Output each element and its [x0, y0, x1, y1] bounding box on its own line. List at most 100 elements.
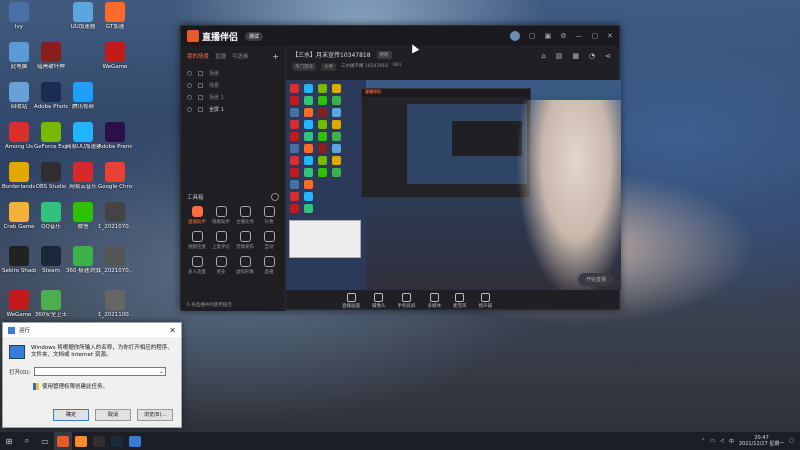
tool-item[interactable]: 主播任务 [233, 206, 257, 225]
scene-item[interactable]: 场景 [187, 79, 279, 91]
eye-icon[interactable] [187, 94, 192, 100]
app-icon [9, 122, 29, 142]
volume-icon[interactable]: ◁ [720, 438, 724, 444]
tool-item[interactable]: 更多 [209, 256, 233, 275]
tool-item[interactable]: 多人连麦 [185, 256, 209, 275]
desktop-icon[interactable]: 微信 [66, 202, 100, 242]
tab-materials[interactable]: 可选素 [232, 52, 249, 61]
eye-icon[interactable] [187, 70, 192, 76]
desktop-icon[interactable]: 腾讯视频 [66, 82, 100, 122]
desktop-icon[interactable]: 此电脑 [2, 42, 36, 82]
tool-item[interactable]: 音频发布 [233, 231, 257, 250]
desktop-icon[interactable]: Steam [34, 246, 68, 286]
taskbar-app-steam[interactable] [108, 432, 126, 450]
search-icon[interactable]: ⌕ [18, 432, 36, 450]
desktop-icon[interactable]: 暗黑破坏神 [34, 42, 68, 82]
desktop-icon[interactable]: OBS Studio [34, 162, 68, 202]
scene-item-active[interactable]: 全屏 1 [187, 103, 279, 115]
desktop-icon[interactable]: 网易云音乐 [66, 162, 100, 202]
desktop-icon[interactable]: GT加速 [98, 2, 132, 42]
windows-start-icon[interactable]: ⊞ [0, 432, 18, 450]
run-title-bar[interactable]: 运行 ✕ [3, 323, 181, 337]
tool-item[interactable]: 直播助手 [185, 206, 209, 225]
bag-icon[interactable]: ⌂ [541, 52, 545, 60]
desktop-icon[interactable]: Borderlands 2 [2, 162, 36, 202]
start-live-button[interactable]: 开始直播 [578, 273, 615, 286]
control-button[interactable]: 手机投屏 [398, 292, 416, 309]
maximize-icon[interactable]: ▢ [592, 32, 599, 40]
desktop-icon-label: UU加速器 [70, 24, 96, 30]
gift-icon[interactable]: ▣ [545, 32, 552, 40]
minimize-icon[interactable]: — [576, 32, 583, 40]
desktop-icon[interactable]: Adobe Photoshop [34, 82, 68, 122]
desktop-icon[interactable]: Crab Game [2, 202, 36, 242]
tool-icon [263, 256, 275, 267]
bell-icon[interactable]: ◔ [589, 52, 595, 60]
desktop-icon[interactable]: QQ音乐 [34, 202, 68, 242]
clock[interactable]: 20:47 2021/12/27 星期一 [739, 435, 784, 447]
taskbar-app-streaming[interactable] [54, 432, 72, 450]
tab-my-scenes[interactable]: 我的场景 [187, 52, 209, 61]
app-icon [105, 42, 125, 62]
desktop-icon[interactable]: WeGame [98, 42, 132, 82]
tool-item[interactable]: 虚拟形象 [233, 256, 257, 275]
usage-rules-link[interactable]: 6 条直播中的使用规范 [187, 302, 232, 308]
taskbar-app-run[interactable] [126, 432, 144, 450]
desktop-icon-label: 360 极速浏览器 [66, 268, 100, 274]
tool-item[interactable]: 上麦评论 [209, 231, 233, 250]
scene-item[interactable]: 场景 [187, 67, 279, 79]
tool-item[interactable]: 直播 [257, 256, 281, 275]
message-icon[interactable]: ▢ [529, 32, 536, 40]
control-button[interactable]: 直播画面 [342, 292, 360, 309]
edit-room-button[interactable]: 修改 [376, 50, 392, 59]
notification-icon[interactable]: ▢ [789, 438, 794, 444]
desktop-icon[interactable]: Among Us [2, 122, 36, 162]
tool-item[interactable]: 礼物 [257, 206, 281, 225]
desktop-icon[interactable]: 360 极速浏览器 [66, 246, 100, 286]
desktop-icon[interactable]: Ivy [2, 2, 36, 42]
control-button[interactable]: 扬声器 [479, 292, 492, 309]
desktop-icon[interactable]: 1_2021070... [98, 246, 132, 286]
desktop-icon[interactable]: UU加速器 [66, 2, 100, 42]
desktop-icon[interactable]: Google Chrome [98, 162, 132, 202]
scene-item[interactable]: 场景 1 [187, 91, 279, 103]
close-icon[interactable]: ✕ [607, 32, 613, 40]
task-view-icon[interactable]: ▭ [36, 432, 54, 450]
desktop-icon[interactable]: 网易UU加速器 [66, 122, 100, 162]
ime-icon[interactable]: 中 [729, 438, 734, 445]
eye-icon[interactable] [187, 82, 192, 88]
tool-label: 主播任务 [236, 220, 254, 225]
desktop-icon[interactable]: Adobe Premiere [98, 122, 132, 162]
add-scene-icon[interactable]: + [272, 52, 279, 61]
live-preview[interactable]: 直播伴侣 [286, 80, 621, 290]
control-button[interactable]: 麦克风 [453, 292, 467, 309]
network-icon[interactable]: ▭ [710, 438, 715, 444]
ok-button[interactable]: 确定 [53, 409, 89, 421]
tab-live[interactable]: 直播 [215, 52, 226, 61]
eye-icon[interactable] [187, 106, 192, 112]
close-icon[interactable]: ✕ [169, 326, 176, 335]
open-input[interactable]: ⌄ [34, 367, 167, 376]
app-title-bar[interactable]: 直播伴侣 测试 ▢ ▣ ⚙ — ▢ ✕ [181, 26, 619, 46]
toolbox-settings-icon[interactable] [271, 193, 279, 201]
desktop-icon[interactable]: 1_2021070... [98, 202, 132, 242]
settings-icon[interactable]: ⚙ [560, 32, 566, 40]
browse-button[interactable]: 浏览(B)... [137, 409, 173, 421]
tool-item[interactable]: 互动 [257, 231, 281, 250]
desktop-icon[interactable]: GeForce Experience [34, 122, 68, 162]
control-button[interactable]: 多媒体 [428, 292, 441, 309]
chevron-down-icon[interactable]: ⌄ [157, 369, 165, 375]
taskbar-app-obs[interactable] [90, 432, 108, 450]
control-button[interactable]: 摄像头 [372, 292, 386, 309]
tool-item[interactable]: 观看助手 [209, 206, 233, 225]
grid-icon[interactable]: ▦ [572, 52, 579, 60]
tool-item[interactable]: 视频连麦 [185, 231, 209, 250]
taskbar-app-gt[interactable] [72, 432, 90, 450]
user-avatar[interactable] [509, 31, 520, 41]
desktop-icon[interactable]: 回收站 [2, 82, 36, 122]
desktop-icon[interactable]: Sekiro Shadow... [2, 246, 36, 286]
cancel-button[interactable]: 取消 [95, 409, 131, 421]
share-icon[interactable]: ⋖ [605, 52, 611, 60]
shop-icon[interactable]: ▤ [556, 52, 563, 60]
chevron-up-icon[interactable]: ⌃ [701, 438, 705, 444]
